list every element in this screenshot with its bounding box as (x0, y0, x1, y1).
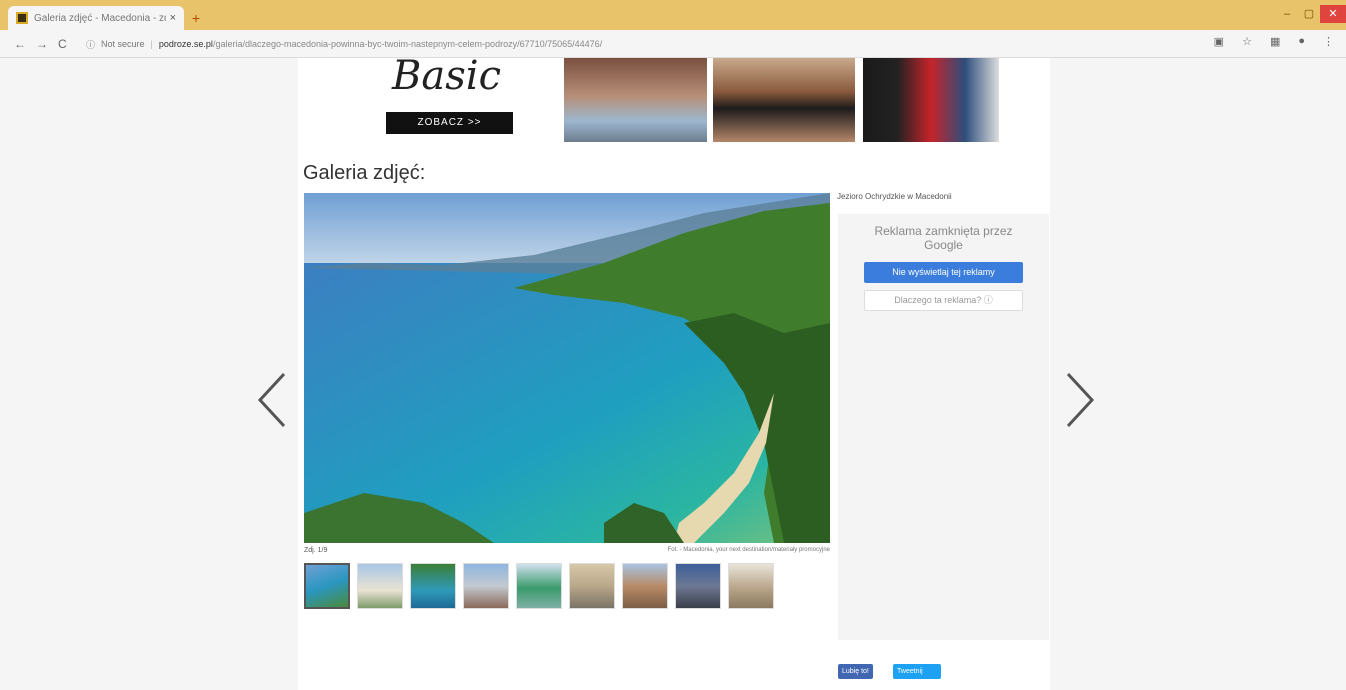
reload-icon[interactable]: C (58, 37, 67, 51)
banner-brand-logo[interactable]: Basic (392, 56, 522, 108)
forward-icon[interactable]: → (36, 37, 48, 51)
photo-caption: Jezioro Ochrydzkie w Macedonii (837, 192, 952, 201)
info-icon[interactable]: ⓘ (86, 38, 95, 51)
thumbnail-6[interactable] (569, 563, 615, 609)
url-path: /galeria/dlaczego-macedonia-powinna-byc-… (212, 39, 603, 49)
next-photo-button[interactable] (1062, 372, 1098, 428)
maximize-button[interactable]: ▢ (1298, 5, 1320, 23)
banner-cta-button[interactable]: ZOBACZ >> (386, 112, 513, 134)
thumbnail-7[interactable] (622, 563, 668, 609)
thumbnail-4[interactable] (463, 563, 509, 609)
facebook-like-button[interactable]: Lubię to! (838, 664, 873, 679)
tab-close-icon[interactable]: × (170, 12, 176, 24)
ad-closed-label: Reklama zamknięta przez (874, 224, 1013, 238)
photo-counter: Zdj. 1/9 (304, 547, 328, 554)
chevron-left-icon (257, 372, 286, 428)
browser-title-bar: Galeria zdjęć - Macedonia - zdj... × + –… (0, 0, 1346, 30)
site-favicon-icon (16, 12, 28, 24)
star-icon[interactable]: ☆ (1242, 35, 1252, 48)
back-icon[interactable]: ← (14, 37, 26, 51)
account-icon[interactable]: ● (1298, 35, 1305, 48)
address-bar: ← → C ⓘ Not secure | podroze.se.pl /gale… (0, 30, 1346, 58)
security-label: Not secure (101, 39, 145, 49)
thumbnail-strip (304, 563, 774, 609)
gallery-main-photo[interactable] (304, 193, 830, 543)
banner-image-1[interactable] (564, 58, 707, 142)
chevron-right-icon (1066, 372, 1095, 428)
tab-title: Galeria zdjęć - Macedonia - zdj... (34, 12, 166, 24)
thumbnail-2[interactable] (357, 563, 403, 609)
thumbnail-9[interactable] (728, 563, 774, 609)
banner-image-3[interactable] (863, 58, 999, 142)
previous-photo-button[interactable] (254, 372, 290, 428)
browser-tab[interactable]: Galeria zdjęć - Macedonia - zdj... × (8, 6, 184, 30)
minimize-button[interactable]: – (1276, 5, 1298, 23)
thumbnail-5[interactable] (516, 563, 562, 609)
ad-closed-text: Reklama zamknięta przez Google (838, 224, 1049, 252)
window-controls: – ▢ ✕ (1276, 5, 1346, 23)
extension-icon[interactable]: ▣ (1214, 35, 1224, 48)
why-ad-button[interactable]: Dlaczego ta reklama? ⓘ (864, 290, 1023, 311)
banner-image-2[interactable] (713, 58, 855, 142)
close-window-button[interactable]: ✕ (1320, 5, 1346, 23)
extensions-area: ▣ ☆ ▦ ● ⋮ (1214, 35, 1334, 48)
thumbnail-8[interactable] (675, 563, 721, 609)
thumbnail-3[interactable] (410, 563, 456, 609)
tweet-button[interactable]: Tweetnij (893, 664, 941, 679)
url-domain: podroze.se.pl (158, 39, 213, 49)
new-tab-button[interactable]: + (188, 11, 204, 25)
more-icon[interactable]: ⋮ (1323, 35, 1334, 48)
stop-ad-button[interactable]: Nie wyświetlaj tej reklamy (864, 262, 1023, 283)
photo-credit: Fot. - Macedonia, your next destination/… (667, 547, 830, 553)
gallery-heading: Galeria zdjęć: (303, 162, 426, 184)
ad-provider-label: Google (924, 238, 963, 252)
thumbnail-1[interactable] (304, 563, 350, 609)
lake-landscape-image (304, 193, 830, 543)
menu-extension-icon[interactable]: ▦ (1270, 35, 1280, 48)
url-input[interactable]: ⓘ Not secure | podroze.se.pl /galeria/dl… (86, 34, 1206, 54)
navigation-buttons: ← → C (14, 37, 67, 51)
google-ad-box: Reklama zamknięta przez Google Nie wyświ… (838, 214, 1049, 640)
